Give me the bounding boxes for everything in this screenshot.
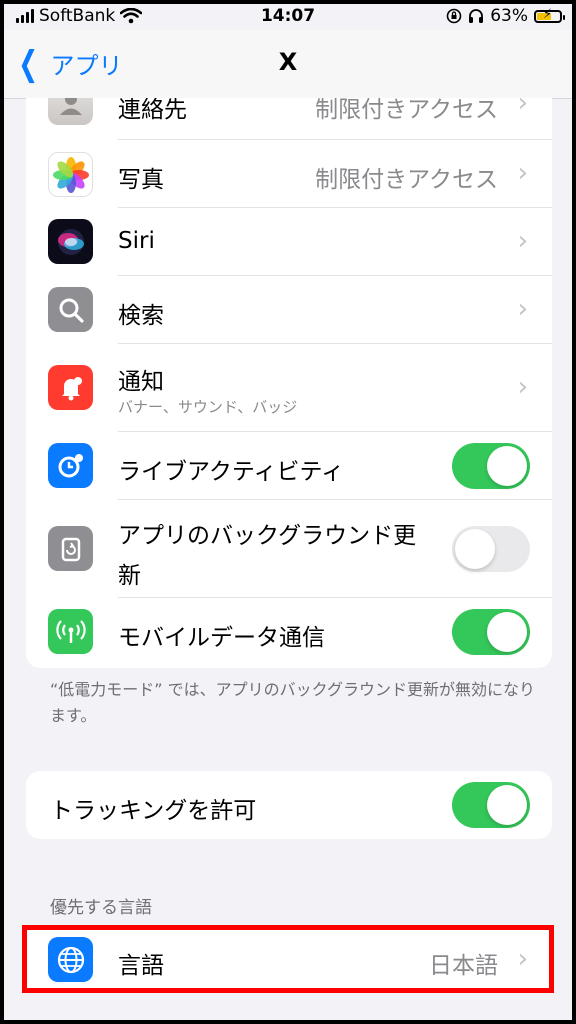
photos-row[interactable]: 写真 制限付きアクセス › (26, 140, 552, 208)
search-row[interactable]: 検索 › (26, 276, 552, 344)
battery-percent: 63% (490, 6, 528, 26)
mobile-data-toggle[interactable] (452, 609, 530, 655)
highlight-box (22, 925, 554, 993)
antenna-icon (48, 609, 93, 654)
search-label: 検索 (118, 303, 164, 329)
low-power-note: “低電力モード” では、アプリのバックグラウンド更新が無効になります。 (50, 680, 536, 725)
orientation-lock-icon (446, 8, 462, 24)
headphones-icon (469, 9, 484, 23)
siri-icon (48, 219, 93, 264)
contacts-icon (48, 98, 93, 125)
navigation-bar: ❮ アプリ X (4, 30, 572, 99)
search-icon (48, 287, 93, 332)
notifications-label: 通知 (118, 369, 164, 395)
siri-row[interactable]: Siri › (26, 208, 552, 276)
notification-bell-icon (48, 365, 93, 410)
chevron-right-icon: › (517, 158, 528, 188)
permissions-group: 連絡先 制限付きアクセス › 写真 制限付きアクセス › Siri › 検索 ›… (26, 98, 552, 668)
chevron-right-icon: › (517, 372, 528, 402)
contacts-row[interactable]: 連絡先 制限付きアクセス › (26, 98, 552, 140)
tracking-label: トラッキングを許可 (50, 798, 257, 824)
contacts-label: 連絡先 (118, 98, 187, 123)
page-title: X (278, 48, 298, 76)
tracking-group: トラッキングを許可 (26, 771, 552, 839)
photos-icon (48, 152, 93, 197)
notifications-sublabel: バナー、サウンド、バッジ (118, 398, 298, 416)
contacts-value: 制限付きアクセス (315, 98, 498, 123)
photos-value: 制限付きアクセス (315, 167, 498, 193)
background-refresh-row: アプリのバックグラウンド更新 (26, 500, 552, 598)
live-activities-icon (48, 443, 93, 488)
section-header-language: 優先する言語 (50, 898, 152, 918)
mobile-data-row: モバイルデータ通信 (26, 598, 552, 666)
chevron-right-icon: › (517, 98, 528, 118)
live-activities-row: ライブアクティビティ (26, 432, 552, 500)
notifications-row[interactable]: 通知 バナー、サウンド、バッジ › (26, 344, 552, 432)
background-refresh-icon (48, 526, 93, 571)
chevron-right-icon: › (517, 226, 528, 256)
background-refresh-label: アプリのバックグラウンド更新 (118, 523, 417, 589)
tracking-toggle[interactable] (452, 782, 530, 828)
battery-icon: ⚡ (534, 8, 565, 23)
live-activities-toggle[interactable] (452, 443, 530, 489)
chevron-right-icon: › (517, 294, 528, 324)
live-activities-label: ライブアクティビティ (118, 459, 345, 485)
photos-label: 写真 (118, 167, 164, 193)
mobile-data-label: モバイルデータ通信 (118, 625, 325, 651)
background-refresh-toggle[interactable] (452, 526, 530, 572)
siri-label: Siri (118, 228, 155, 254)
status-bar: SoftBank 14:07 63% ⚡ (4, 4, 572, 30)
